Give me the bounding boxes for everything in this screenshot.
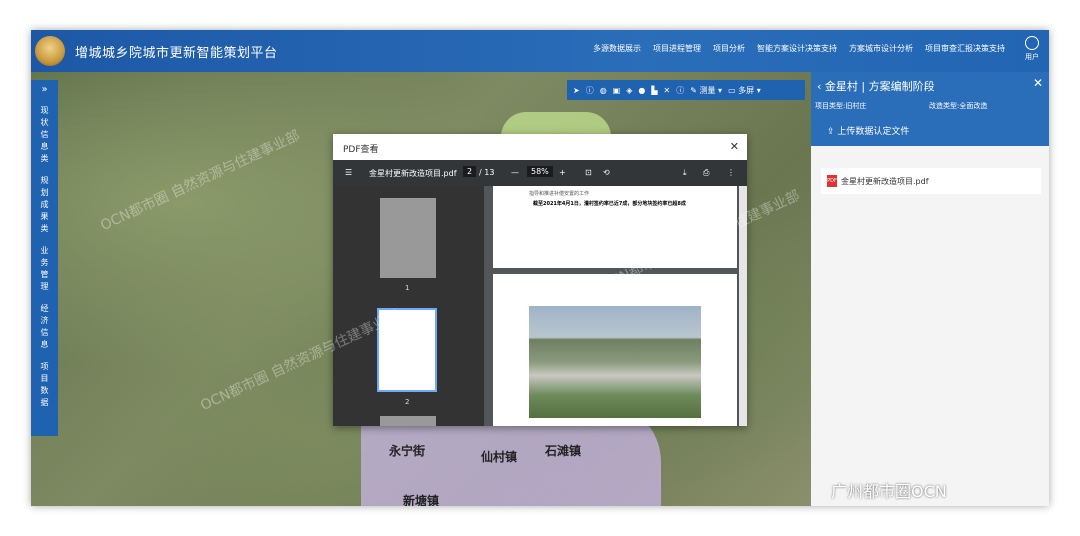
panel-header: ‹ 金星村 | 方案编制阶段 ✕ 项目类型:旧村庄 改造类型:全面改造 ⇪ 上传…	[811, 72, 1049, 146]
multiscreen-label: 多屏	[738, 85, 755, 95]
wechat-tag: 广州都市圈OCN	[831, 482, 947, 501]
print-icon[interactable]: ⎙	[703, 168, 709, 178]
thumbnail-label-1: 1	[405, 284, 410, 292]
location-pin-icon[interactable]: ●	[638, 86, 645, 95]
sidebar-item-business[interactable]: 业务管理	[39, 245, 51, 293]
pdf-file-icon: PDF	[827, 175, 837, 187]
project-type: 项目类型:旧村庄	[815, 102, 867, 110]
panel-title[interactable]: ‹ 金星村 | 方案编制阶段	[817, 78, 935, 94]
trash-icon[interactable]: ▣	[613, 86, 621, 95]
upload-button[interactable]: ⇪ 上传数据认定文件	[827, 124, 909, 137]
pdf-scrollbar[interactable]	[739, 186, 747, 426]
page-text-small: 指导和推进补偿安置的工作	[529, 191, 590, 197]
more-options-icon[interactable]: ⋮	[727, 168, 735, 177]
measure-label: 测量	[699, 85, 716, 95]
panel-title-text: 金星村 | 方案编制阶段	[824, 80, 935, 93]
page-photo	[529, 306, 701, 418]
info-icon[interactable]: ⓘ	[586, 85, 594, 96]
app-title: 增城城乡院城市更新智能策划平台	[75, 46, 278, 61]
upload-label: 上传数据认定文件	[837, 127, 910, 137]
header-bar: 增城城乡院城市更新智能策划平台 多源数据展示 项目进程管理 项目分析 智能方案设…	[31, 30, 1049, 72]
pdf-page-2	[493, 274, 737, 426]
layers-icon[interactable]: ◈	[626, 86, 632, 95]
user-menu[interactable]: 用户	[1021, 36, 1043, 62]
measure-tool[interactable]: ✎ 测量 ▾	[690, 85, 722, 96]
page-number-input[interactable]: 2	[463, 166, 477, 177]
zoom-level[interactable]: 58%	[527, 166, 553, 177]
upload-icon: ⇪	[827, 127, 835, 137]
pdf-content: 1 2 指导和推进补偿安置的工作 截至2021年4月1日，灌村签约率已近7成，部…	[333, 186, 747, 426]
multiscreen-tool[interactable]: ▭ 多屏 ▾	[728, 85, 761, 96]
pdf-dialog-title: PDF查看	[343, 145, 379, 155]
page-text: 截至2021年4月1日，灌村签约率已近7成，部分地块签约率已超8成	[533, 201, 686, 207]
zoom-in-button[interactable]: +	[559, 168, 566, 177]
user-icon	[1025, 36, 1039, 50]
globe-icon[interactable]: ◍	[600, 86, 607, 95]
top-nav: 多源数据展示 项目进程管理 项目分析 智能方案设计决策支持 方案城市设计分析 项…	[593, 43, 1005, 54]
nav-design-support[interactable]: 智能方案设计决策支持	[757, 43, 837, 54]
user-label: 用户	[1025, 53, 1039, 61]
pdf-file-name: 金星村更新改造项目.pdf	[369, 169, 457, 178]
sidebar-item-current-info[interactable]: 现状信息类	[39, 105, 51, 165]
pointer-icon[interactable]: ➤	[573, 86, 580, 95]
building-icon[interactable]: ▙	[651, 86, 657, 95]
nav-review-support[interactable]: 项目审查汇报决策支持	[925, 43, 1005, 54]
rotate-icon[interactable]: ⟲	[603, 168, 610, 177]
nav-progress[interactable]: 项目进程管理	[653, 43, 701, 54]
map-label-xintang: 新塘镇	[403, 494, 440, 506]
nav-analysis[interactable]: 项目分析	[713, 43, 745, 54]
thumbnail-page-3[interactable]	[380, 416, 436, 426]
nav-urban-design[interactable]: 方案城市设计分析	[849, 43, 913, 54]
project-panel: ‹ 金星村 | 方案编制阶段 ✕ 项目类型:旧村庄 改造类型:全面改造 ⇪ 上传…	[811, 72, 1049, 506]
map-label-shitan: 石滩镇	[545, 444, 582, 458]
file-name: 金星村更新改造项目.pdf	[841, 177, 929, 186]
close-icon[interactable]: ✕	[664, 86, 671, 95]
zoom-out-button[interactable]: —	[511, 168, 519, 177]
nav-multi-source[interactable]: 多源数据展示	[593, 43, 641, 54]
renovation-type: 改造类型:全面改造	[929, 102, 988, 110]
thumbnail-page-1[interactable]	[380, 198, 436, 278]
sidebar-item-planning[interactable]: 规划成果类	[39, 175, 51, 235]
pdf-close-icon[interactable]: ✕	[730, 140, 739, 153]
map-toolbar: ➤ ⓘ ◍ ▣ ◈ ● ▙ ✕ ⓘ ✎ 测量 ▾ ▭ 多屏 ▾	[567, 80, 805, 100]
info-2-icon[interactable]: ⓘ	[676, 85, 684, 96]
pdf-page-1: 指导和推进补偿安置的工作 截至2021年4月1日，灌村签约率已近7成，部分地块签…	[493, 186, 737, 268]
pdf-toolbar: ☰ 金星村更新改造项目.pdf 2 / 13 — 58% + ⊡ ⟲ ⤓ ⎙ ⋮	[333, 160, 747, 186]
fit-page-icon[interactable]: ⊡	[585, 168, 592, 177]
app-window: 增城城乡院城市更新智能策划平台 多源数据展示 项目进程管理 项目分析 智能方案设…	[31, 30, 1049, 506]
map-label-yongning: 永宁街	[389, 444, 426, 458]
menu-icon[interactable]: ☰	[345, 168, 352, 177]
sidebar-item-economy[interactable]: 经济信息	[39, 303, 51, 351]
panel-close-icon[interactable]: ✕	[1033, 76, 1043, 90]
thumbnail-panel: 1 2	[333, 186, 484, 426]
left-sidebar: » 现状信息类 规划成果类 业务管理 经济信息 项目数据	[31, 80, 58, 436]
download-icon[interactable]: ⤓	[683, 168, 687, 178]
sidebar-expand-icon[interactable]: »	[31, 80, 58, 95]
thumbnail-label-2: 2	[405, 398, 410, 406]
thumbnail-page-2[interactable]	[377, 308, 437, 392]
pdf-titlebar: PDF查看 ✕	[333, 134, 747, 160]
file-list-item[interactable]: PDF 金星村更新改造项目.pdf	[821, 168, 1041, 194]
total-pages: / 13	[479, 168, 495, 177]
map-label-xiancun: 仙村镇	[481, 450, 518, 464]
pdf-viewer-dialog: PDF查看 ✕ ☰ 金星村更新改造项目.pdf 2 / 13 — 58% + ⊡…	[333, 134, 747, 426]
logo	[35, 36, 65, 66]
sidebar-item-project-data[interactable]: 项目数据	[39, 361, 51, 409]
